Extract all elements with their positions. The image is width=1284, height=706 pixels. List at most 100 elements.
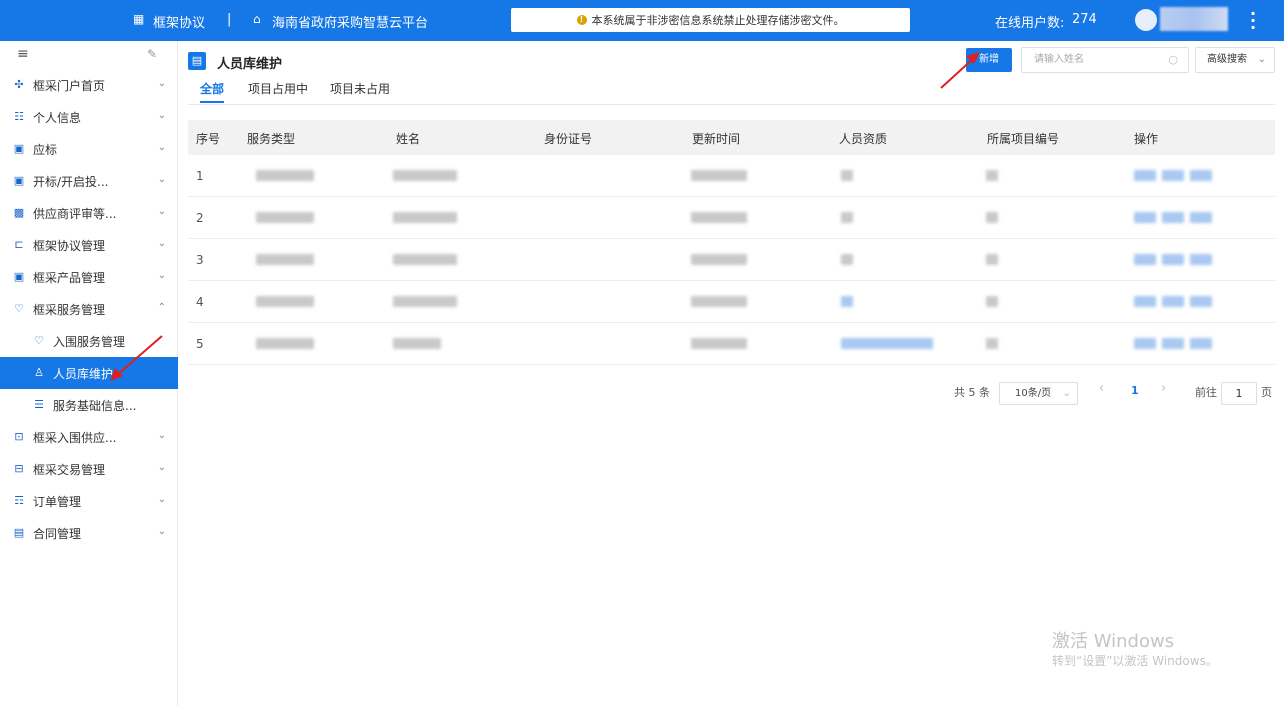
active-tab-indicator — [200, 101, 224, 103]
open-bid-icon: ▣ — [13, 174, 25, 187]
chevron-down-icon: ⌄ — [157, 78, 166, 89]
windows-activation-title: 激活 Windows — [1052, 631, 1175, 652]
sidebar-item-12[interactable]: ⊟ 框采交易管理 ⌄ — [0, 453, 178, 485]
redacted-name — [393, 170, 457, 181]
table-row[interactable]: 3 — [188, 239, 1275, 281]
sidebar-item-8[interactable]: ♡ 入围服务管理 — [0, 325, 178, 357]
action-link[interactable] — [1190, 170, 1212, 181]
advanced-search-button[interactable]: 高级搜索 ⌄ — [1195, 47, 1275, 73]
advanced-search-label: 高级搜索 — [1207, 54, 1247, 65]
avatar[interactable] — [1135, 9, 1157, 31]
order-icon: ☶ — [14, 494, 24, 507]
profile-icon: ☷ — [14, 110, 24, 123]
service-icon: ♡ — [14, 302, 24, 315]
page-title: 人员库维护 — [217, 57, 283, 72]
sidebar-item-3[interactable]: ▣ 开标/开启投... ⌄ — [0, 165, 178, 197]
trade-icon: ⊟ — [14, 462, 24, 475]
sidebar-item-label: 框采服务管理 — [33, 302, 106, 317]
sidebar-item-label: 框采门户首页 — [33, 78, 106, 93]
online-users-count: 274 — [1072, 12, 1097, 27]
sidebar-item-label: 服务基础信息... — [53, 398, 137, 413]
top-bar: ▦ 框架协议 | ⌂ 海南省政府采购智慧云平台 ! 本系统属于非涉密信息系统禁止… — [0, 0, 1284, 41]
action-link[interactable] — [1190, 212, 1212, 223]
action-link[interactable] — [1190, 254, 1212, 265]
action-link[interactable] — [1134, 212, 1156, 223]
platform-name[interactable]: 海南省政府采购智慧云平台 — [272, 12, 428, 31]
action-link[interactable] — [1134, 296, 1156, 307]
pin-icon[interactable]: ✎ — [147, 47, 157, 61]
agreement-icon: ⊏ — [14, 238, 24, 251]
redacted-service-type — [256, 296, 314, 307]
redacted-qualification — [841, 212, 853, 223]
tab-occupied[interactable]: 项目占用中 — [248, 80, 308, 97]
sidebar-item-1[interactable]: ☷ 个人信息 ⌄ — [0, 101, 178, 133]
page-number-1[interactable]: 1 — [1131, 384, 1139, 397]
redacted-updated-time — [691, 170, 747, 181]
table-row[interactable]: 1 — [188, 155, 1275, 197]
sidebar-item-label: 入围服务管理 — [53, 334, 126, 349]
redacted-name — [393, 338, 441, 349]
page-size-select[interactable]: 10条/页 ⌄ — [999, 382, 1078, 405]
sidebar-item-11[interactable]: ⊡ 框采入围供应... ⌄ — [0, 421, 178, 453]
prev-page-button[interactable]: ‹ — [1099, 381, 1104, 396]
tab-all[interactable]: 全部 — [200, 80, 224, 97]
name-search-input[interactable]: 请输入姓名 ○ — [1021, 47, 1189, 73]
sidebar-item-0[interactable]: ✣ 框采门户首页 ⌄ — [0, 69, 178, 101]
main-content: ▤ 人员库维护 新增 请输入姓名 ○ 高级搜索 ⌄ 全部 项目占用中 项目未占用… — [179, 41, 1284, 706]
sidebar-item-7[interactable]: ♡ 框采服务管理 ⌃ — [0, 293, 178, 325]
hamburger-icon[interactable]: ≡ — [17, 46, 29, 62]
redacted-name — [393, 212, 457, 223]
action-link[interactable] — [1190, 338, 1212, 349]
shortlist-service-icon: ♡ — [34, 334, 44, 347]
product-icon: ▣ — [13, 270, 25, 283]
sidebar-item-2[interactable]: ▣ 应标 ⌄ — [0, 133, 178, 165]
action-link[interactable] — [1162, 338, 1184, 349]
redacted-project-number — [986, 212, 998, 223]
bid-icon: ▣ — [13, 142, 25, 155]
sidebar-item-10[interactable]: ☰ 服务基础信息... — [0, 389, 178, 421]
redacted-project-number — [986, 254, 998, 265]
username-redacted[interactable] — [1160, 7, 1228, 31]
sidebar-item-4[interactable]: ▩ 供应商评审等... ⌄ — [0, 197, 178, 229]
table-row[interactable]: 5 — [188, 323, 1275, 365]
more-vertical-icon[interactable]: · · · — [1250, 6, 1256, 36]
search-icon[interactable]: ○ — [1168, 48, 1178, 72]
sidebar-item-label: 个人信息 — [33, 110, 82, 125]
warning-icon: ! — [576, 15, 587, 25]
sidebar-item-6[interactable]: ▣ 框采产品管理 ⌄ — [0, 261, 178, 293]
col-id-number: 身份证号 — [544, 132, 593, 146]
chevron-down-icon: ⌄ — [157, 142, 166, 153]
chevron-up-icon: ⌃ — [157, 302, 166, 313]
document-icon: ▤ — [188, 52, 206, 70]
add-button[interactable]: 新增 — [966, 48, 1012, 72]
action-link[interactable] — [1162, 296, 1184, 307]
sidebar-item-14[interactable]: ▤ 合同管理 ⌄ — [0, 517, 178, 549]
sidebar-item-13[interactable]: ☶ 订单管理 ⌄ — [0, 485, 178, 517]
sidebar-item-5[interactable]: ⊏ 框架协议管理 ⌄ — [0, 229, 178, 261]
sidebar-item-label: 开标/开启投... — [33, 174, 109, 189]
sidebar-item-9[interactable]: ♙ 人员库维护 — [0, 357, 178, 389]
next-page-button[interactable]: › — [1161, 381, 1166, 396]
chevron-down-icon: ⌄ — [157, 270, 166, 281]
action-link[interactable] — [1162, 254, 1184, 265]
action-link[interactable] — [1134, 338, 1156, 349]
action-link[interactable] — [1162, 212, 1184, 223]
table-row[interactable]: 4 — [188, 281, 1275, 323]
apps-icon: ✣ — [14, 78, 24, 91]
app-title[interactable]: 框架协议 — [153, 12, 205, 31]
goto-page-input[interactable]: 1 — [1221, 382, 1257, 405]
action-link[interactable] — [1190, 296, 1212, 307]
col-index: 序号 — [196, 132, 221, 146]
action-link[interactable] — [1134, 254, 1156, 265]
tab-unoccupied[interactable]: 项目未占用 — [330, 80, 390, 97]
sidebar-item-label: 框采产品管理 — [33, 270, 106, 285]
sidebar: ≡ ✎ ✣ 框采门户首页 ⌄ ☷ 个人信息 ⌄ ▣ 应标 ⌄ ▣ 开标/开启投... ⌄ ▩ 供应商评审等… — [0, 41, 178, 706]
chevron-down-icon: ⌄ — [1257, 54, 1266, 65]
sidebar-item-label: 框采入围供应... — [33, 430, 117, 445]
person-icon: ♙ — [34, 366, 44, 379]
chevron-down-icon: ⌄ — [157, 206, 166, 217]
action-link[interactable] — [1162, 170, 1184, 181]
action-link[interactable] — [1134, 170, 1156, 181]
table-row[interactable]: 2 — [188, 197, 1275, 239]
redacted-project-number — [986, 296, 998, 307]
